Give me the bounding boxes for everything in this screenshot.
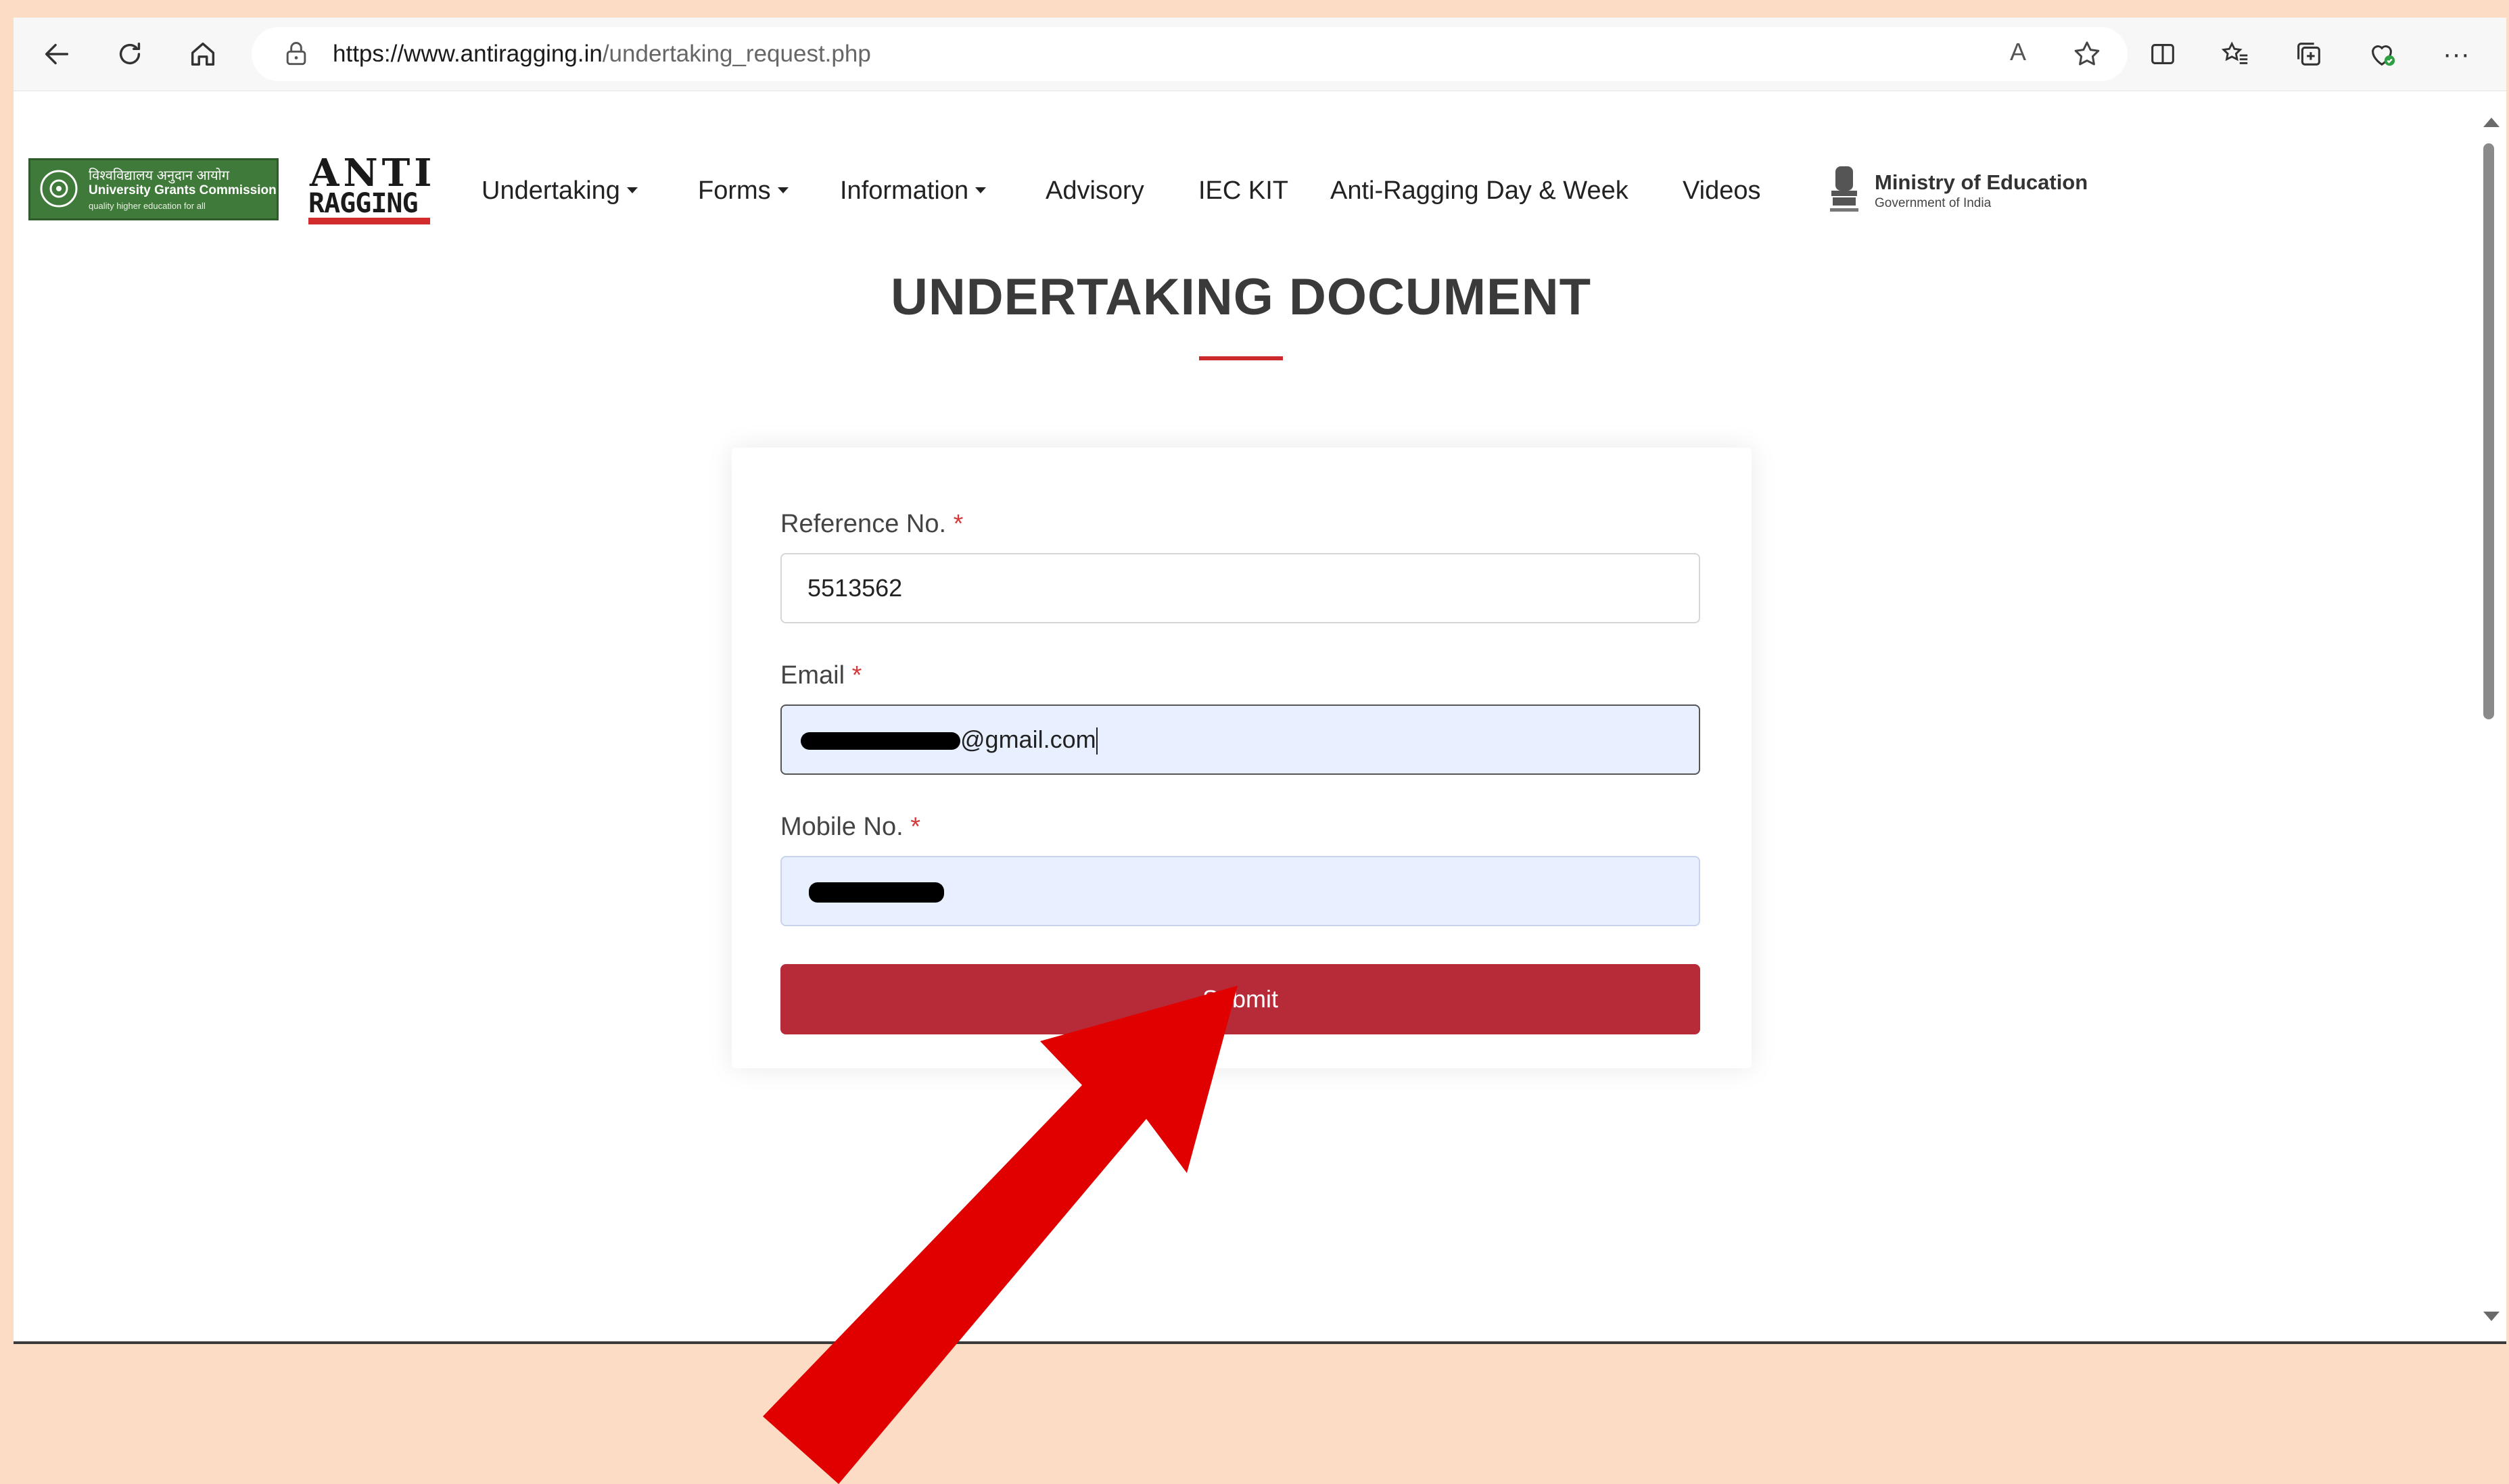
reference-label-text: Reference No.: [780, 510, 947, 538]
caret-down-icon: [975, 187, 987, 194]
url-path: /undertaking_request.php: [602, 41, 871, 67]
anti-logo-line1: ANTI: [310, 151, 436, 195]
ugc-hindi: विश्वविद्यालय अनुदान आयोग: [89, 168, 230, 183]
scroll-down-icon[interactable]: [2483, 1312, 2500, 1321]
scroll-thumb[interactable]: [2483, 143, 2494, 719]
nav-label: Forms: [698, 176, 771, 205]
anti-logo-bar: [308, 218, 430, 224]
collections-icon[interactable]: [2293, 38, 2325, 70]
ugc-emblem-icon: [40, 170, 78, 208]
nav-label: Videos: [1683, 176, 1761, 205]
more-icon[interactable]: ···: [2440, 38, 2472, 70]
browser-window: https://www.antiragging.in/undertaking_r…: [14, 18, 2506, 1344]
email-label: Email *: [780, 661, 862, 690]
nav-undertaking[interactable]: Undertaking: [482, 170, 638, 211]
nav-label: Anti-Ragging Day & Week: [1330, 176, 1628, 205]
nav-label: Advisory: [1046, 176, 1144, 205]
required-marker: *: [953, 510, 964, 538]
redaction-mark: [809, 882, 944, 903]
caret-down-icon: [777, 187, 789, 194]
site-header: विश्वविद्यालय अनुदान आयोग University Gra…: [14, 91, 2448, 226]
ugc-english: University Grants Commission: [89, 183, 277, 197]
nav-anti-ragging-day[interactable]: Anti-Ragging Day & Week: [1330, 170, 1628, 211]
national-emblem-icon: [1830, 166, 1858, 212]
ministry-subtitle: Government of India: [1875, 196, 1992, 210]
mobile-input[interactable]: [780, 856, 1700, 926]
nav-forms[interactable]: Forms: [698, 170, 789, 211]
email-input[interactable]: @gmail.com: [780, 704, 1700, 775]
star-icon[interactable]: [2071, 38, 2103, 70]
nav-label: Information: [840, 176, 969, 205]
email-visible-value: @gmail.com: [960, 725, 1096, 753]
email-label-text: Email: [780, 661, 845, 690]
text-cursor: [1096, 727, 1098, 755]
home-icon[interactable]: [187, 38, 219, 70]
nav-advisory[interactable]: Advisory: [1046, 170, 1144, 211]
submit-button[interactable]: Submit: [780, 964, 1700, 1034]
reference-input[interactable]: 5513562: [780, 553, 1700, 623]
redaction-mark: [801, 732, 960, 750]
required-marker: *: [910, 813, 920, 841]
browser-essentials-icon[interactable]: [2366, 38, 2398, 70]
nav-iec-kit[interactable]: IEC KIT: [1198, 170, 1288, 211]
back-arrow-icon[interactable]: [41, 38, 73, 70]
lock-icon[interactable]: [281, 39, 311, 69]
page-title: UNDERTAKING DOCUMENT: [890, 268, 1592, 326]
favorites-icon[interactable]: [2220, 38, 2252, 70]
reference-value: 5513562: [807, 574, 903, 602]
split-screen-icon[interactable]: [2147, 38, 2179, 70]
title-underline: [1199, 356, 1283, 360]
nav-label: IEC KIT: [1198, 176, 1289, 205]
url-text[interactable]: https://www.antiragging.in/undertaking_r…: [333, 39, 871, 69]
browser-toolbar: https://www.antiragging.in/undertaking_r…: [14, 18, 2506, 91]
nav-videos[interactable]: Videos: [1683, 170, 1761, 211]
mobile-label-text: Mobile No.: [780, 813, 904, 841]
caret-down-icon: [626, 187, 638, 194]
reference-label: Reference No. *: [780, 510, 963, 539]
ugc-tagline: quality higher education for all: [89, 201, 206, 211]
read-aloud-icon[interactable]: A: [2010, 38, 2026, 66]
required-marker: *: [851, 661, 862, 690]
ministry-title: Ministry of Education: [1875, 170, 2088, 194]
anti-ragging-logo[interactable]: ANTI RAGGING: [304, 153, 440, 227]
nav-information[interactable]: Information: [840, 170, 987, 211]
ugc-logo[interactable]: विश्वविद्यालय अनुदान आयोग University Gra…: [28, 158, 279, 220]
undertaking-form: Reference No. * 5513562 Email * @gmail.c…: [732, 448, 1752, 1068]
address-bar[interactable]: https://www.antiragging.in/undertaking_r…: [252, 27, 2128, 81]
nav-label: Undertaking: [482, 176, 620, 205]
mobile-label: Mobile No. *: [780, 813, 920, 842]
scroll-up-icon[interactable]: [2483, 118, 2500, 127]
refresh-icon[interactable]: [114, 38, 146, 70]
anti-logo-line2: RAGGING: [308, 188, 419, 219]
scrollbar[interactable]: [2471, 91, 2506, 1341]
url-host: https://www.antiragging.in: [333, 41, 603, 67]
